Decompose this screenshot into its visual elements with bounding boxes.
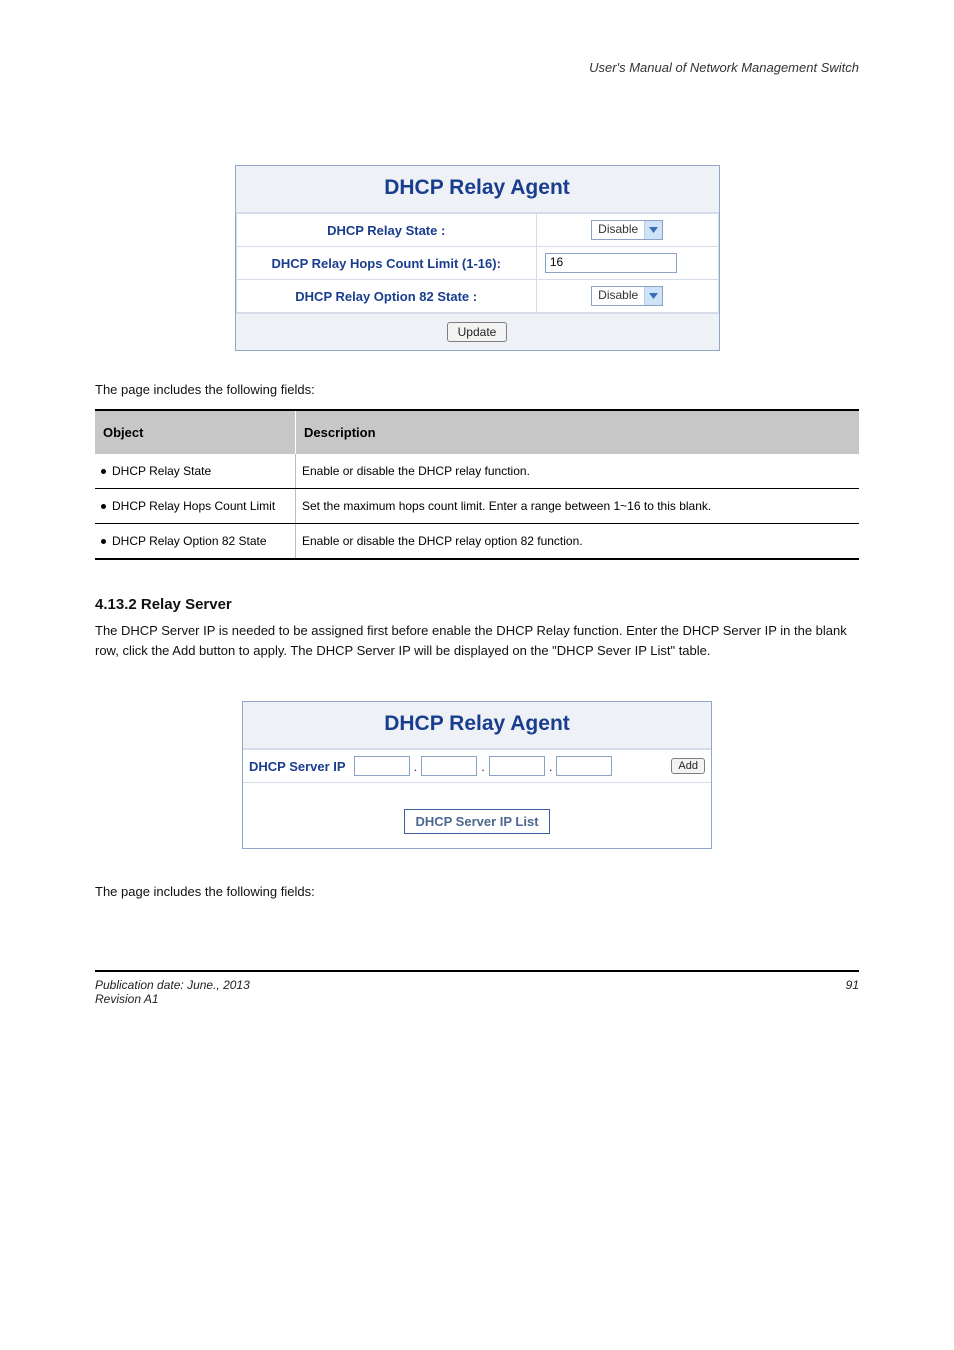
ip-octet-3[interactable] (489, 756, 545, 776)
param-object-2-text: DHCP Relay Option 82 State (112, 534, 267, 548)
rule (95, 558, 859, 560)
chevron-down-icon (644, 221, 662, 239)
dot-icon: . (549, 759, 553, 774)
hops-limit-input[interactable]: 16 (545, 253, 677, 273)
opt82-state-label: DHCP Relay Option 82 State : (236, 280, 536, 313)
section-body: The DHCP Server IP is needed to be assig… (95, 621, 859, 661)
dhcp-server-ip-label: DHCP Server IP (249, 759, 346, 774)
relay-state-select[interactable]: Disable (591, 220, 663, 240)
panel-title: DHCP Relay Agent (236, 166, 719, 213)
ip-octet-1[interactable] (354, 756, 410, 776)
fields-intro-2: The page includes the following fields: (95, 883, 859, 902)
relay-form-table: DHCP Relay State : Disable DHCP Relay Ho… (236, 213, 719, 313)
panel-title-2: DHCP Relay Agent (243, 702, 711, 749)
param-object-0: DHCP Relay State (101, 464, 289, 478)
ip-octet-4[interactable] (556, 756, 612, 776)
dhcp-relay-agent-server-panel: DHCP Relay Agent DHCP Server IP . . . Ad… (242, 701, 712, 849)
footer-date: Publication date: June., 2013 (95, 978, 250, 992)
bullet-icon (101, 469, 106, 474)
param-desc-1: Set the maximum hops count limit. Enter … (295, 489, 859, 523)
param-table: Object Description DHCP Relay State Enab… (95, 409, 859, 560)
param-object-0-text: DHCP Relay State (112, 464, 211, 478)
update-button[interactable]: Update (447, 322, 508, 342)
dhcp-relay-agent-panel: DHCP Relay Agent DHCP Relay State : Disa… (235, 165, 720, 351)
param-head-object: Object (95, 411, 295, 454)
doc-header: User's Manual of Network Management Swit… (95, 60, 859, 75)
dhcp-server-ip-list: DHCP Server IP List (404, 809, 549, 834)
ip-octet-2[interactable] (421, 756, 477, 776)
opt82-state-value: Disable (592, 287, 644, 305)
bullet-icon (101, 504, 106, 509)
footer-rule (95, 970, 859, 972)
hops-limit-label: DHCP Relay Hops Count Limit (1-16): (236, 247, 536, 280)
chevron-down-icon (644, 287, 662, 305)
param-desc-2: Enable or disable the DHCP relay option … (295, 524, 859, 558)
relay-state-value: Disable (592, 221, 644, 239)
fields-intro-1: The page includes the following fields: (95, 381, 859, 399)
section-heading-relay-server: 4.13.2 Relay Server (95, 596, 859, 613)
page-number: 91 (846, 978, 859, 1006)
param-object-1: DHCP Relay Hops Count Limit (101, 499, 289, 513)
bullet-icon (101, 539, 106, 544)
param-head-description: Description (295, 411, 859, 454)
param-object-1-text: DHCP Relay Hops Count Limit (112, 499, 275, 513)
footer: Publication date: June., 2013 Revision A… (95, 978, 859, 1006)
add-button[interactable]: Add (671, 758, 705, 774)
dot-icon: . (414, 759, 418, 774)
opt82-state-select[interactable]: Disable (591, 286, 663, 306)
relay-state-label: DHCP Relay State : (236, 214, 536, 247)
footer-revision: Revision A1 (95, 992, 250, 1006)
param-object-2: DHCP Relay Option 82 State (101, 534, 289, 548)
dot-icon: . (481, 759, 485, 774)
param-desc-0: Enable or disable the DHCP relay functio… (295, 454, 859, 488)
